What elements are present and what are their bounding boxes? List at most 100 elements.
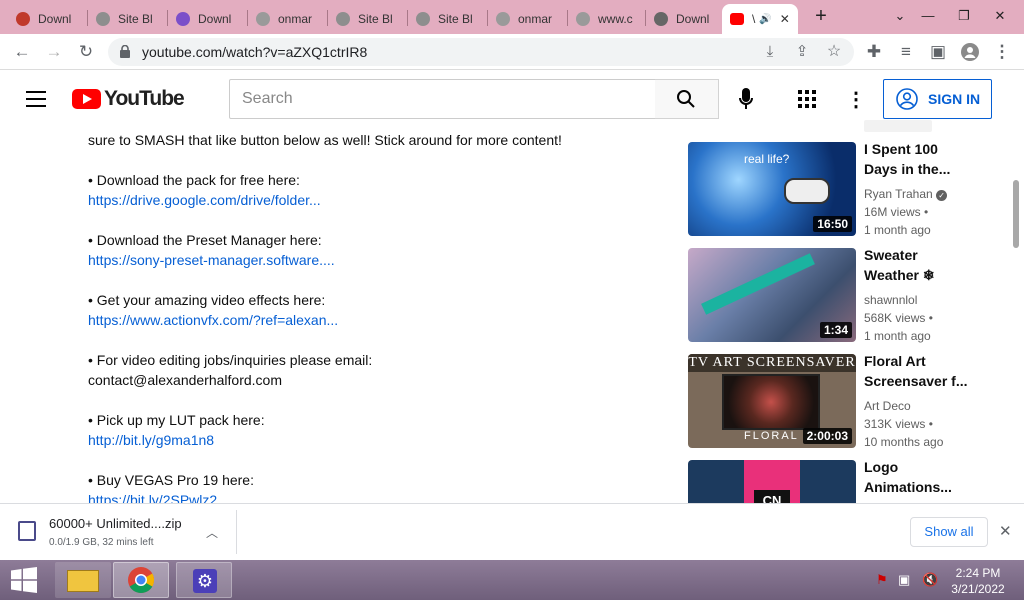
network-icon[interactable]: ▣ xyxy=(898,572,910,588)
settings-gear-icon[interactable]: ⚙ xyxy=(176,562,232,598)
description-text: • Buy VEGAS Pro 19 here: xyxy=(88,472,254,488)
vr-headset-shape xyxy=(784,178,830,204)
tab-favicon-icon xyxy=(336,12,350,26)
tab-4[interactable]: Site Bl xyxy=(328,4,406,34)
restore-button[interactable]: ❐ xyxy=(946,4,982,28)
tab-favicon-icon xyxy=(416,12,430,26)
description-link[interactable]: http://bit.ly/g9ma1n8 xyxy=(88,432,214,448)
sign-in-label: SIGN IN xyxy=(928,91,981,107)
install-icon[interactable]: ⤓ xyxy=(758,40,782,64)
video-duration: 16:50 xyxy=(813,216,852,232)
search-icon xyxy=(677,90,695,108)
clock-time: 2:24 PM xyxy=(955,566,1001,580)
chevron-up-icon[interactable]: ︿ xyxy=(206,524,218,541)
clock-date: 3/21/2022 xyxy=(951,582,1005,596)
tab-favicon-icon xyxy=(730,13,744,25)
description-link[interactable]: https://sony-preset-manager.software.... xyxy=(88,252,335,268)
description-text: contact@alexanderhalford.com xyxy=(88,372,282,388)
address-bar[interactable]: youtube.com/watch?v=aZXQ1ctrIR8 ⤓ ⇪ ☆ xyxy=(108,38,854,66)
framed-floral-painting xyxy=(722,374,820,430)
video-title[interactable]: I Spent 100 Days in the... xyxy=(864,139,974,179)
upload-age: 1 month ago xyxy=(864,329,931,343)
tab-6[interactable]: onmar xyxy=(488,4,566,34)
tab-9[interactable]: \ 🔊 ✕ xyxy=(722,4,798,34)
video-thumbnail[interactable]: TV ART SCREENSAVER FLORAL 2:00:03 xyxy=(688,354,856,448)
tab-1[interactable]: Site Bl xyxy=(88,4,166,34)
description-link[interactable]: https://drive.google.com/drive/folder... xyxy=(88,192,321,208)
view-count: 568K views • xyxy=(864,311,933,325)
close-tab-icon[interactable]: ✕ xyxy=(780,12,790,26)
file-explorer-icon[interactable] xyxy=(55,562,111,598)
chrome-icon[interactable] xyxy=(113,562,169,598)
back-arrow-icon[interactable]: ← xyxy=(10,40,34,64)
tab-label: Downl xyxy=(38,12,72,26)
tab-0[interactable]: Downl xyxy=(8,4,86,34)
video-title[interactable]: Floral Art Screensaver f... xyxy=(864,351,974,391)
divider xyxy=(236,510,237,554)
hamburger-menu-icon[interactable] xyxy=(26,91,46,107)
video-thumbnail[interactable]: 1:34 xyxy=(688,248,856,342)
thumbnail-title-text: TV ART SCREENSAVER xyxy=(688,354,856,372)
new-tab-button[interactable]: + xyxy=(810,6,832,28)
media-control-icon[interactable]: ≡ xyxy=(894,40,918,64)
video-duration: 2:00:03 xyxy=(802,428,852,444)
tab-8[interactable]: Downl xyxy=(646,4,720,34)
show-all-button[interactable]: Show all xyxy=(910,517,988,547)
youtube-logo-text[interactable]: YouTube xyxy=(104,87,185,111)
start-windows-icon[interactable] xyxy=(11,567,37,593)
settings-more-icon[interactable]: ⋮ xyxy=(846,87,866,112)
zip-file-icon[interactable] xyxy=(18,521,36,541)
profile-avatar-icon[interactable] xyxy=(958,40,982,64)
tab-favicon-icon xyxy=(654,12,668,26)
tab-5[interactable]: Site Bl xyxy=(408,4,486,34)
tab-favicon-icon xyxy=(16,12,30,26)
related-video-card[interactable]: real life? 16:50 I Spent 100 Days in the… xyxy=(688,139,988,242)
apps-grid-icon[interactable] xyxy=(798,90,816,108)
description-text: • Download the pack for free here: xyxy=(88,172,300,188)
tab-favicon-icon xyxy=(576,12,590,26)
reload-icon[interactable]: ↻ xyxy=(74,40,98,64)
extensions-puzzle-icon[interactable]: ✚ xyxy=(862,40,886,64)
side-panel-icon[interactable]: ▣ xyxy=(926,40,950,64)
download-filename[interactable]: 60000+ Unlimited....zip xyxy=(49,516,182,531)
tab-2[interactable]: Downl xyxy=(168,4,246,34)
youtube-logo-icon[interactable] xyxy=(72,89,101,109)
channel-name[interactable]: shawnnlol xyxy=(864,293,917,307)
scrollbar-thumb[interactable] xyxy=(1013,180,1019,248)
tab-favicon-icon xyxy=(496,12,510,26)
video-title[interactable]: Logo Animations... xyxy=(864,460,974,497)
close-download-bar-icon[interactable]: ✕ xyxy=(999,522,1012,540)
related-video-card[interactable]: TV ART SCREENSAVER FLORAL 2:00:03 Floral… xyxy=(688,351,988,454)
action-center-flag-icon[interactable]: ⚑ xyxy=(876,572,888,588)
system-clock[interactable]: 2:24 PM 3/21/2022 xyxy=(944,565,1012,597)
volume-muted-icon[interactable]: 🔇 xyxy=(922,572,938,588)
related-video-card[interactable]: CN Logo Animations... xyxy=(688,460,988,503)
verified-check-icon: ✓ xyxy=(936,190,948,201)
tab-3[interactable]: onmar xyxy=(248,4,326,34)
description-text: sure to SMASH that like button below as … xyxy=(88,132,562,148)
sign-in-button[interactable]: SIGN IN xyxy=(883,79,992,119)
channel-name[interactable]: Ryan Trahan ✓ xyxy=(864,187,948,201)
description-text: • For video editing jobs/inquiries pleas… xyxy=(88,352,373,368)
channel-name[interactable]: Art Deco xyxy=(864,399,911,413)
search-placeholder: Search xyxy=(242,90,293,107)
minimize-button[interactable]: — xyxy=(910,4,946,28)
search-input[interactable]: Search xyxy=(229,79,656,119)
search-button[interactable] xyxy=(655,79,719,119)
tab-label: \ xyxy=(752,12,756,26)
close-window-button[interactable]: ✕ xyxy=(982,4,1018,28)
related-video-card[interactable]: 1:34 Sweater Weather ❄ shawnnlol 568K vi… xyxy=(688,245,988,348)
chrome-menu-icon[interactable]: ⋮ xyxy=(990,40,1014,64)
bookmark-star-icon[interactable]: ☆ xyxy=(822,40,846,64)
microphone-icon[interactable] xyxy=(739,88,753,110)
description-link[interactable]: https://www.actionvfx.com/?ref=alexan... xyxy=(88,312,338,328)
tab-label: Downl xyxy=(198,12,232,26)
video-thumbnail[interactable]: real life? 16:50 xyxy=(688,142,856,236)
share-icon[interactable]: ⇪ xyxy=(790,40,814,64)
video-thumbnail[interactable]: CN xyxy=(688,460,856,503)
audio-playing-icon[interactable]: 🔊 xyxy=(759,14,771,25)
video-title[interactable]: Sweater Weather ❄ xyxy=(864,245,974,285)
forward-arrow-icon[interactable]: → xyxy=(42,40,66,64)
tab-7[interactable]: www.c xyxy=(568,4,644,34)
tab-label: onmar xyxy=(518,12,553,26)
